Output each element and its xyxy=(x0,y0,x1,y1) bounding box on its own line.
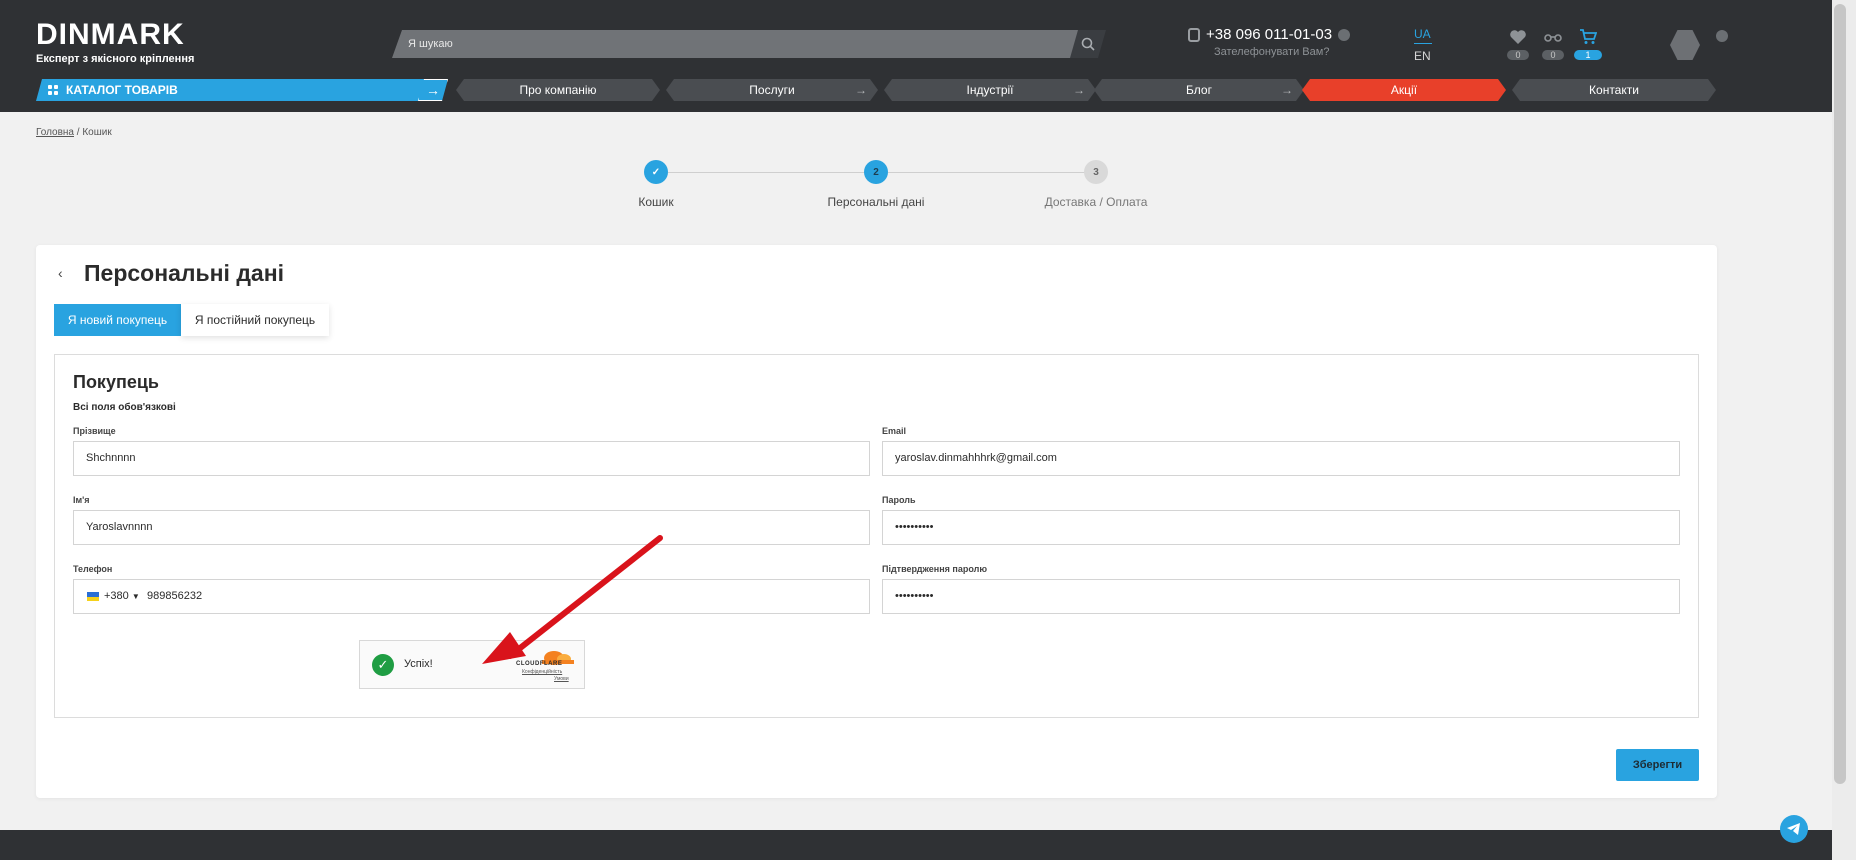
step-3-label: Доставка / Оплата xyxy=(1044,195,1148,209)
captcha-status: Успіх! xyxy=(404,658,433,670)
step-number: 3 xyxy=(1093,166,1099,178)
step-1-label[interactable]: Кошик xyxy=(606,195,706,209)
cart-icon xyxy=(1580,29,1597,44)
breadcrumb-current: Кошик xyxy=(82,127,112,138)
phone-block[interactable]: +38 096 011-01-03 xyxy=(1188,26,1351,43)
phone-label: Телефон xyxy=(73,564,113,574)
password-value: •••••••••• xyxy=(895,521,934,533)
phone-number[interactable]: +38 096 011-01-03 xyxy=(1206,26,1332,43)
compare-button[interactable] xyxy=(1541,28,1565,46)
form-subtitle: Всі поля обов'язкові xyxy=(73,402,176,413)
callback-link[interactable]: Зателефонувати Вам? xyxy=(1214,46,1329,58)
arrow-right-icon: → xyxy=(1281,83,1293,97)
last-name-value: Shchnnnn xyxy=(86,452,136,464)
nav-item-label: Про компанію xyxy=(519,83,597,97)
step-1-indicator[interactable]: ✓ xyxy=(644,160,668,184)
password-confirm-field[interactable]: •••••••••• xyxy=(882,579,1680,614)
nav-item-label: Послуги xyxy=(749,83,795,97)
nav-item-contacts[interactable]: Контакти xyxy=(1512,79,1716,101)
phone-icon xyxy=(1188,27,1200,42)
nav-item-label: Акції xyxy=(1390,83,1418,97)
lang-ua[interactable]: UA xyxy=(1414,27,1431,41)
country-code: +380 xyxy=(104,590,129,602)
tab-returning-customer[interactable]: Я постійний покупець xyxy=(181,304,329,336)
favorites-button[interactable] xyxy=(1506,28,1530,46)
lang-divider xyxy=(1414,43,1432,44)
breadcrumb-separator: / xyxy=(76,127,80,138)
nav-item-label: Індустрії xyxy=(966,83,1014,97)
telegram-icon xyxy=(1787,823,1800,835)
user-menu-chevron-icon[interactable] xyxy=(1716,30,1728,42)
tab-new-customer[interactable]: Я новий покупець xyxy=(54,304,181,336)
heart-icon xyxy=(1510,30,1526,44)
arrow-right-icon: → xyxy=(855,83,867,97)
catalog-label: КАТАЛОГ ТОВАРІВ xyxy=(66,83,178,97)
cart-button[interactable] xyxy=(1576,28,1600,46)
site-footer xyxy=(0,830,1832,860)
password-confirm-label: Підтвердження паролю xyxy=(882,564,988,574)
chevron-down-icon: ▼ xyxy=(131,592,140,601)
step-connector xyxy=(668,172,874,173)
logo-tagline: Експерт з якісного кріплення xyxy=(36,53,195,65)
email-label: Email xyxy=(882,426,907,436)
compare-count: 0 xyxy=(1542,50,1564,60)
grid-icon xyxy=(48,85,58,95)
password-label: Пароль xyxy=(882,495,916,505)
country-code-select[interactable]: +380 ▼ xyxy=(104,580,140,613)
search-input[interactable]: Я шукаю xyxy=(392,30,1102,58)
arrow-right-icon: → xyxy=(1073,83,1085,97)
nav-item-services[interactable]: Послуги → xyxy=(666,79,878,101)
step-number: 2 xyxy=(873,166,879,178)
breadcrumb-home[interactable]: Головна xyxy=(36,127,74,138)
step-connector xyxy=(888,172,1096,173)
last-name-label: Прізвище xyxy=(73,426,116,436)
logo[interactable]: DINMARK Експерт з якісного кріплення xyxy=(36,18,195,66)
compare-icon xyxy=(1544,34,1562,42)
nav-item-blog[interactable]: Блог → xyxy=(1094,79,1304,101)
logo-text: DINMARK xyxy=(36,18,185,51)
lang-en[interactable]: EN xyxy=(1414,49,1431,63)
save-button[interactable]: Зберегти xyxy=(1616,749,1699,781)
scrollbar-thumb[interactable] xyxy=(1834,4,1846,784)
nav-item-label: Блог xyxy=(1186,83,1212,97)
page-title: Персональні дані xyxy=(84,260,284,286)
password-confirm-value: •••••••••• xyxy=(895,590,934,602)
check-icon: ✓ xyxy=(651,166,661,178)
nav-item-promotions[interactable]: Акції xyxy=(1302,79,1506,101)
nav-item-label: Контакти xyxy=(1589,83,1639,97)
telegram-button[interactable] xyxy=(1780,815,1808,843)
first-name-value: Yaroslavnnnn xyxy=(86,521,153,533)
back-chevron-icon[interactable]: ‹ xyxy=(58,265,63,281)
success-check-icon: ✓ xyxy=(372,654,394,676)
favorites-count: 0 xyxy=(1507,50,1529,60)
captcha-terms-link[interactable]: Умови xyxy=(554,676,569,682)
cart-count: 1 xyxy=(1574,50,1602,60)
catalog-button[interactable]: КАТАЛОГ ТОВАРІВ xyxy=(36,79,448,101)
step-3-indicator: 3 xyxy=(1084,160,1108,184)
chevron-down-icon[interactable] xyxy=(1338,28,1351,41)
first-name-label: Ім'я xyxy=(73,495,90,505)
form-title: Покупець xyxy=(73,372,159,392)
step-2-indicator: 2 xyxy=(864,160,888,184)
password-field[interactable]: •••••••••• xyxy=(882,510,1680,545)
last-name-field[interactable]: Shchnnnn xyxy=(73,441,870,476)
nav-item-industries[interactable]: Індустрії → xyxy=(884,79,1096,101)
search-placeholder: Я шукаю xyxy=(408,38,453,50)
annotation-arrow-icon xyxy=(482,535,663,664)
step-2-label: Персональні дані xyxy=(827,195,925,209)
ukraine-flag-icon[interactable] xyxy=(87,592,99,601)
breadcrumb: Головна / Кошик xyxy=(36,127,112,138)
phone-value: 989856232 xyxy=(147,590,203,602)
nav-item-about[interactable]: Про компанію xyxy=(456,79,660,101)
search-icon xyxy=(1081,37,1095,51)
email-field[interactable]: yaroslav.dinmahhhrk@gmail.com xyxy=(882,441,1680,476)
email-value: yaroslav.dinmahhhrk@gmail.com xyxy=(895,452,1057,464)
